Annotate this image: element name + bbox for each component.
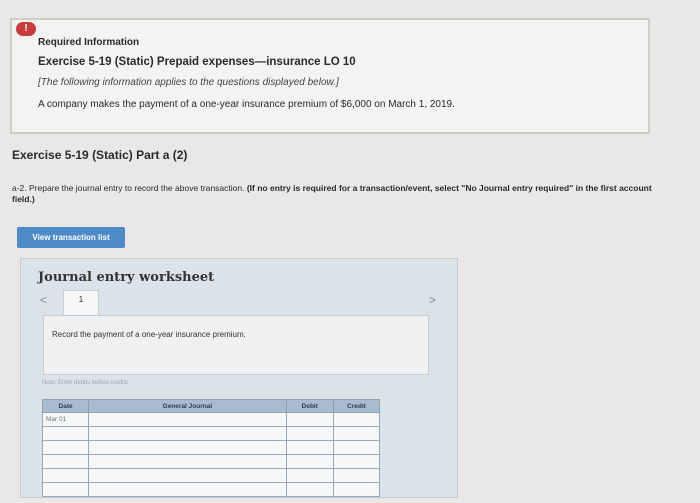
- account-cell[interactable]: [88, 440, 287, 455]
- credit-cell[interactable]: [332, 412, 381, 427]
- table-row: [41, 426, 381, 441]
- debit-cell[interactable]: [285, 426, 334, 441]
- table-row: Mar 01: [41, 412, 381, 427]
- column-header-general-journal: General Journal: [88, 399, 287, 413]
- alert-icon: !: [16, 22, 36, 36]
- debit-cell[interactable]: [285, 440, 334, 455]
- worksheet-title: Journal entry worksheet: [38, 270, 215, 285]
- date-cell[interactable]: [41, 482, 90, 497]
- debit-cell[interactable]: [285, 412, 334, 427]
- account-cell[interactable]: [88, 454, 287, 469]
- credit-cell[interactable]: [332, 468, 381, 483]
- date-cell[interactable]: [41, 440, 90, 455]
- table-row: [41, 482, 381, 497]
- worksheet-note: Note: Enter debits before credits.: [42, 380, 130, 386]
- account-cell[interactable]: [88, 426, 287, 441]
- exercise-title: Exercise 5-19 (Static) Prepaid expenses—…: [38, 56, 356, 68]
- credit-cell[interactable]: [332, 426, 381, 441]
- table-row: [41, 468, 381, 483]
- date-cell[interactable]: Mar 01: [41, 412, 90, 427]
- date-cell[interactable]: [41, 454, 90, 469]
- worksheet-instruction: Record the payment of a one-year insuran…: [52, 330, 246, 339]
- info-note: [The following information applies to th…: [38, 77, 339, 88]
- debit-cell[interactable]: [285, 454, 334, 469]
- worksheet-tab-1[interactable]: 1: [63, 290, 99, 316]
- credit-cell[interactable]: [332, 454, 381, 469]
- instruction-text: a-2. Prepare the journal entry to record…: [12, 183, 245, 193]
- worksheet-instruction-box: Record the payment of a one-year insuran…: [43, 315, 429, 375]
- table-row: [41, 440, 381, 455]
- required-info-box: ! Required Information Exercise 5-19 (St…: [10, 18, 650, 134]
- credit-cell[interactable]: [332, 482, 381, 497]
- column-header-debit: Debit: [285, 399, 334, 413]
- journal-table: Date General Journal Debit Credit Mar 01: [41, 399, 381, 497]
- column-header-date: Date: [41, 399, 90, 413]
- chevron-left-icon[interactable]: <: [40, 293, 47, 307]
- view-transaction-list-button[interactable]: View transaction list: [17, 227, 125, 248]
- account-cell[interactable]: [88, 468, 287, 483]
- date-cell[interactable]: [41, 468, 90, 483]
- date-cell[interactable]: [41, 426, 90, 441]
- debit-cell[interactable]: [285, 468, 334, 483]
- required-info-heading: Required Information: [38, 37, 140, 48]
- debit-cell[interactable]: [285, 482, 334, 497]
- column-header-credit: Credit: [332, 399, 381, 413]
- account-cell[interactable]: [88, 482, 287, 497]
- journal-entry-worksheet: Journal entry worksheet < 1 > Record the…: [20, 258, 458, 498]
- credit-cell[interactable]: [332, 440, 381, 455]
- table-row: [41, 454, 381, 469]
- chevron-right-icon[interactable]: >: [429, 293, 436, 307]
- part-title: Exercise 5-19 (Static) Part a (2): [12, 148, 188, 162]
- info-text: A company makes the payment of a one-yea…: [38, 99, 455, 110]
- part-instruction: a-2. Prepare the journal entry to record…: [12, 183, 662, 205]
- account-cell[interactable]: [88, 412, 287, 427]
